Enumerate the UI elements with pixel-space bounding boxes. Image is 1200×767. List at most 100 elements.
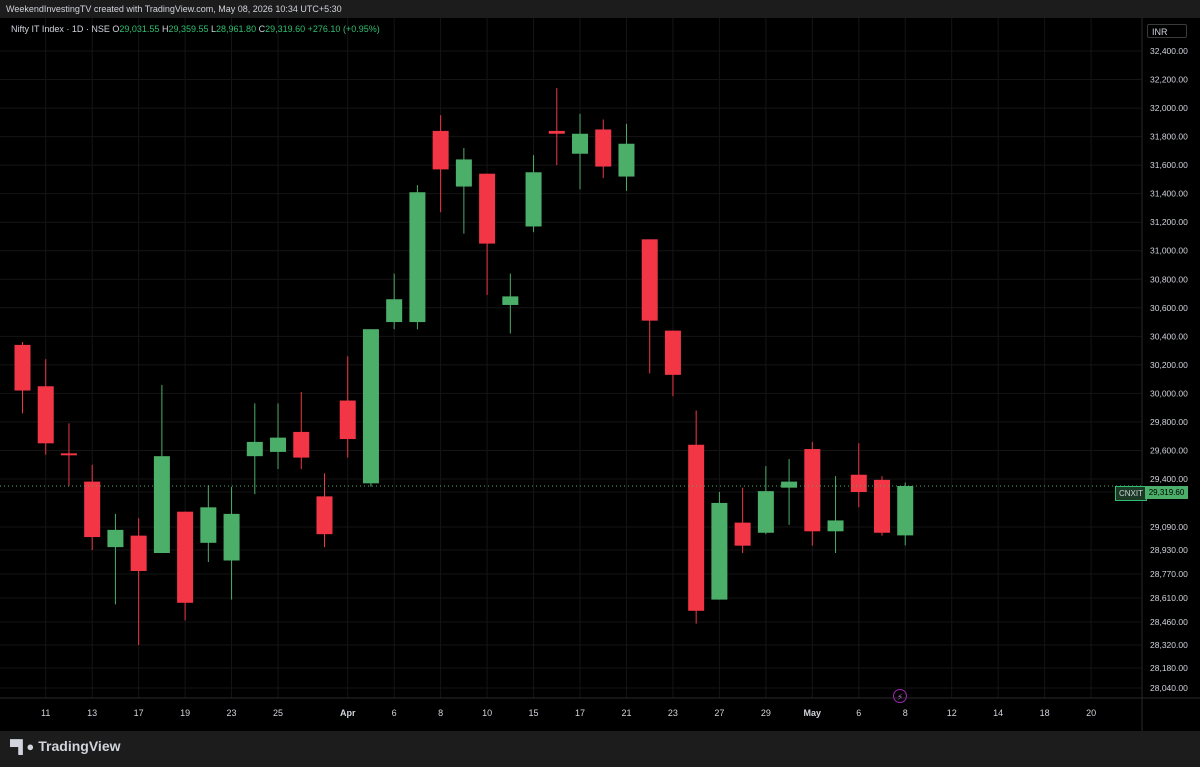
candle-body — [897, 485, 914, 536]
y-tick-label: 31,800.00 — [1150, 132, 1188, 142]
legend-symbol: Nifty IT Index · 1D · NSE — [11, 24, 110, 34]
candle-body — [270, 437, 287, 452]
legend-low: 28,961.80 — [216, 24, 257, 34]
x-tick-label: 25 — [273, 708, 283, 718]
candle-body — [479, 173, 496, 244]
y-tick-label: 31,200.00 — [1150, 217, 1188, 227]
y-tick-label: 29,090.00 — [1150, 522, 1188, 532]
x-tick-label: May — [804, 708, 822, 718]
candle-body — [641, 239, 658, 321]
ohlc-legend: Nifty IT Index · 1D · NSE O29,031.55 H29… — [11, 24, 380, 34]
x-tick-label: 20 — [1086, 708, 1096, 718]
x-tick-label: 13 — [87, 708, 97, 718]
candle-body — [664, 330, 681, 375]
y-tick-label: 29,600.00 — [1150, 445, 1188, 455]
x-tick-label: 18 — [1040, 708, 1050, 718]
candle-body — [455, 159, 472, 187]
candle-body — [688, 444, 705, 611]
y-tick-label: 29,800.00 — [1150, 417, 1188, 427]
y-tick-label: 30,800.00 — [1150, 274, 1188, 284]
x-tick-label: 21 — [621, 708, 631, 718]
candle-body — [734, 522, 751, 546]
x-tick-label: 27 — [714, 708, 724, 718]
candle-body — [572, 133, 589, 154]
x-tick-label: 10 — [482, 708, 492, 718]
y-tick-label: 28,610.00 — [1150, 593, 1188, 603]
last-price-symbol-tag: CNXIT — [1115, 486, 1147, 501]
y-tick-label: 28,180.00 — [1150, 663, 1188, 673]
candle-body — [223, 513, 240, 561]
brand-name: TradingView — [38, 738, 121, 754]
x-tick-label: Apr — [340, 708, 356, 718]
x-tick-label: 14 — [993, 708, 1003, 718]
candle-body — [37, 386, 54, 444]
y-tick-label: 32,200.00 — [1150, 75, 1188, 85]
y-tick-label: 30,000.00 — [1150, 388, 1188, 398]
currency-badge[interactable]: INR — [1147, 24, 1187, 38]
candle-body — [107, 529, 124, 548]
y-tick-label: 28,040.00 — [1150, 683, 1188, 693]
attribution-bar: WeekendInvestingTV created with TradingV… — [0, 0, 1200, 18]
candle-body — [804, 449, 821, 532]
y-tick-label: 28,770.00 — [1150, 569, 1188, 579]
y-tick-label: 30,200.00 — [1150, 360, 1188, 370]
y-tick-label: 31,000.00 — [1150, 246, 1188, 256]
y-tick-label: 28,930.00 — [1150, 545, 1188, 555]
legend-high: 29,359.55 — [168, 24, 209, 34]
candle-body — [177, 511, 194, 603]
candlestick-chart[interactable]: 32,400.00 32,200.00 32,000.00 31,800.00 31,6… — [0, 18, 1200, 731]
candle-body — [130, 535, 147, 571]
candle-body — [781, 481, 798, 488]
candle-body — [874, 479, 891, 533]
y-tick-label: 31,400.00 — [1150, 189, 1188, 199]
y-tick-label: 32,400.00 — [1150, 46, 1188, 56]
candle-body — [432, 130, 449, 170]
candle-body — [60, 453, 77, 456]
last-price-value-tag: 29,319.60 — [1145, 486, 1188, 499]
x-tick-label: 23 — [227, 708, 237, 718]
y-tick-label: 30,400.00 — [1150, 331, 1188, 341]
candle-body — [246, 441, 263, 457]
x-tick-label: 8 — [438, 708, 443, 718]
candle-body — [316, 496, 333, 535]
x-tick-label: 19 — [180, 708, 190, 718]
candle-body — [14, 344, 31, 391]
x-tick-label: 12 — [947, 708, 957, 718]
attribution-text: WeekendInvestingTV created with TradingV… — [6, 4, 342, 14]
y-tick-label: 32,000.00 — [1150, 103, 1188, 113]
x-tick-label: 6 — [392, 708, 397, 718]
candle-body — [850, 474, 867, 492]
chart-area[interactable]: 32,400.00 32,200.00 32,000.00 31,800.00 31,6… — [0, 18, 1200, 731]
x-tick-label: 29 — [761, 708, 771, 718]
y-tick-label: 28,460.00 — [1150, 617, 1188, 627]
x-tick-label: 15 — [529, 708, 539, 718]
x-tick-label: 17 — [134, 708, 144, 718]
candle-body — [153, 456, 170, 553]
candle-body — [525, 172, 542, 227]
y-tick-label: 30,600.00 — [1150, 303, 1188, 313]
lightning-icon[interactable]: ⚡ — [893, 689, 907, 703]
x-tick-label: 17 — [575, 708, 585, 718]
candle-body — [362, 329, 379, 484]
candle-body — [409, 192, 426, 323]
tradingview-logo-icon: ▀▌● — [10, 738, 34, 754]
footer-bar — [0, 731, 1200, 767]
candle-body — [293, 431, 310, 458]
candle-body — [595, 129, 612, 167]
x-tick-label: 23 — [668, 708, 678, 718]
legend-change: +276.10 (+0.95%) — [307, 24, 380, 34]
candle-body — [339, 400, 356, 440]
tradingview-logo[interactable]: ▀▌● TradingView — [10, 738, 121, 754]
candle-body — [548, 130, 565, 134]
x-tick-label: 8 — [903, 708, 908, 718]
x-tick-label: 11 — [41, 708, 50, 718]
candle-body — [618, 143, 635, 177]
legend-open: 29,031.55 — [119, 24, 160, 34]
candle-body — [711, 502, 728, 600]
legend-close: 29,319.60 — [265, 24, 306, 34]
x-tick-label: 6 — [856, 708, 861, 718]
candle-body — [200, 507, 217, 543]
candle-body — [827, 520, 844, 532]
candle-body — [386, 299, 403, 323]
y-tick-label: 28,320.00 — [1150, 640, 1188, 650]
